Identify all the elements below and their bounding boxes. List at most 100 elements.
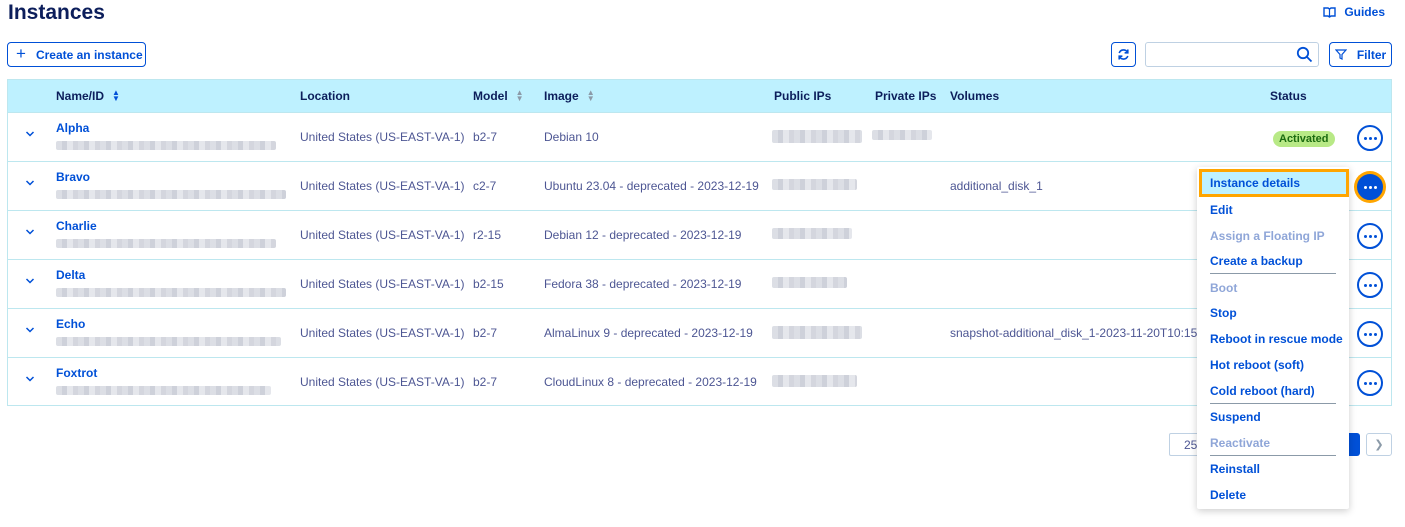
instance-image: Fedora 38 - deprecated - 2023-12-19 <box>544 277 742 291</box>
menu-item-boot: Boot <box>1210 281 1238 295</box>
more-options-button[interactable] <box>1357 125 1383 151</box>
refresh-button[interactable] <box>1111 42 1136 67</box>
instance-name[interactable]: Charlie <box>56 219 97 233</box>
chevron-down-icon[interactable] <box>25 179 35 187</box>
sort-icon[interactable]: ▲ ▼ <box>112 89 120 103</box>
more-options-button[interactable] <box>1357 272 1383 298</box>
instance-model: b2-7 <box>473 130 498 144</box>
menu-item-stop[interactable]: Stop <box>1197 301 1349 327</box>
table-row[interactable]: Delta United States (US-EAST-VA-1) b2-15… <box>8 259 1391 308</box>
status-badge: Activated <box>1273 131 1335 147</box>
instance-action-menu: Instance details Edit Assign a Floating … <box>1197 167 1349 509</box>
instance-image: AlmaLinux 9 - deprecated - 2023-12-19 <box>544 326 753 340</box>
instance-name[interactable]: Delta <box>56 268 85 282</box>
menu-separator <box>1210 403 1336 404</box>
column-header-name[interactable]: Name/ID ▲ ▼ <box>56 89 120 104</box>
instance-location: United States (US-EAST-VA-1) <box>300 130 465 144</box>
plus-icon: + <box>16 44 26 63</box>
instance-name[interactable]: Bravo <box>56 170 90 184</box>
instance-id-redacted <box>56 141 276 150</box>
column-header-image[interactable]: Image ▲ ▼ <box>544 89 595 104</box>
more-options-button[interactable] <box>1357 370 1383 396</box>
chevron-down-icon[interactable] <box>25 130 35 138</box>
chevron-down-icon[interactable] <box>25 375 35 383</box>
menu-item-instance-details[interactable]: Instance details <box>1199 169 1349 197</box>
instance-image: Debian 10 <box>544 130 599 144</box>
menu-item-suspend[interactable]: Suspend <box>1197 405 1349 431</box>
search-icon[interactable] <box>1296 46 1313 63</box>
more-options-icon <box>1363 283 1377 287</box>
instance-image: CloudLinux 8 - deprecated - 2023-12-19 <box>544 375 757 389</box>
page-title: Instances <box>8 1 105 24</box>
chevron-down-icon[interactable] <box>25 277 35 285</box>
instance-location: United States (US-EAST-VA-1) <box>300 375 465 389</box>
more-options-icon <box>1363 136 1377 140</box>
sort-icon[interactable]: ▲ ▼ <box>516 89 524 103</box>
filter-button[interactable]: Filter <box>1329 42 1392 67</box>
menu-item-hot-reboot[interactable]: Hot reboot (soft) <box>1197 353 1349 379</box>
instance-location: United States (US-EAST-VA-1) <box>300 179 465 193</box>
instance-model: r2-15 <box>473 228 502 242</box>
next-page-button[interactable]: ❯ <box>1366 433 1392 456</box>
column-header-private-ips: Private IPs <box>875 89 937 103</box>
chevron-right-icon: ❯ <box>1374 439 1384 451</box>
instance-location: United States (US-EAST-VA-1) <box>300 326 465 340</box>
search-box[interactable] <box>1145 42 1319 67</box>
column-header-status: Status <box>1270 89 1307 103</box>
create-instance-label: Create an instance <box>35 47 143 62</box>
table-header: Name/ID ▲ ▼ Location Model ▲ ▼ Image ▲ ▼ Pu… <box>8 80 1391 112</box>
menu-item-create-backup[interactable]: Create a backup <box>1197 249 1349 275</box>
public-ip-redacted <box>772 179 857 190</box>
chevron-down-icon[interactable] <box>25 228 35 236</box>
filter-label: Filter <box>1356 47 1387 62</box>
instance-id-redacted <box>56 337 281 346</box>
filter-icon <box>1334 49 1347 60</box>
table-row[interactable]: Charlie United States (US-EAST-VA-1) r2-… <box>8 210 1391 259</box>
menu-item-reboot-rescue[interactable]: Reboot in rescue mode <box>1197 327 1349 353</box>
menu-item-delete[interactable]: Delete <box>1197 483 1349 509</box>
instances-table: Name/ID ▲ ▼ Location Model ▲ ▼ Image ▲ ▼ Pu… <box>7 79 1392 406</box>
menu-item-cold-reboot[interactable]: Cold reboot (hard) <box>1197 379 1349 405</box>
book-icon <box>1323 6 1337 18</box>
guides-link[interactable]: Guides <box>1323 5 1385 19</box>
instance-model: b2-7 <box>473 375 498 389</box>
menu-item-assign-floating-ip: Assign a Floating IP <box>1210 229 1325 243</box>
instance-id-redacted <box>56 190 286 199</box>
menu-item-edit[interactable]: Edit <box>1197 198 1349 224</box>
instance-name[interactable]: Alpha <box>56 121 89 135</box>
instance-location: United States (US-EAST-VA-1) <box>300 277 465 291</box>
public-ip-redacted <box>772 228 852 239</box>
instance-id-redacted <box>56 288 286 297</box>
more-options-icon <box>1363 185 1377 189</box>
column-header-volumes: Volumes <box>950 89 1000 103</box>
column-header-public-ips: Public IPs <box>774 89 832 103</box>
instance-volumes: snapshot-additional_disk_1-2023-11-20T10… <box>950 326 1198 340</box>
menu-separator <box>1210 455 1336 456</box>
more-options-button[interactable] <box>1357 321 1383 347</box>
instance-name[interactable]: Foxtrot <box>56 366 97 380</box>
table-row[interactable]: Alpha United States (US-EAST-VA-1) b2-7 … <box>8 112 1391 161</box>
instance-name[interactable]: Echo <box>56 317 85 331</box>
instance-model: b2-7 <box>473 326 498 340</box>
search-input[interactable] <box>1152 43 1292 65</box>
sort-icon[interactable]: ▲ ▼ <box>587 89 595 103</box>
instance-image: Debian 12 - deprecated - 2023-12-19 <box>544 228 742 242</box>
guides-label: Guides <box>1344 5 1385 19</box>
create-instance-button[interactable]: + Create an instance <box>7 42 146 67</box>
public-ip-redacted <box>772 130 862 143</box>
menu-item-reactivate: Reactivate <box>1210 436 1271 450</box>
table-row[interactable]: Bravo United States (US-EAST-VA-1) c2-7 … <box>8 161 1391 210</box>
chevron-down-icon[interactable] <box>25 326 35 334</box>
more-options-button[interactable] <box>1357 223 1383 249</box>
public-ip-redacted <box>772 277 847 288</box>
instance-id-redacted <box>56 239 276 248</box>
column-header-model[interactable]: Model ▲ ▼ <box>473 89 524 104</box>
menu-item-reinstall[interactable]: Reinstall <box>1197 457 1349 483</box>
instance-location: United States (US-EAST-VA-1) <box>300 228 465 242</box>
more-options-button[interactable] <box>1357 174 1383 200</box>
column-header-location: Location <box>300 89 350 103</box>
more-options-icon <box>1363 381 1377 385</box>
table-row[interactable]: Echo United States (US-EAST-VA-1) b2-7 A… <box>8 308 1391 357</box>
page-size-value: 25 <box>1184 438 1198 452</box>
table-row[interactable]: Foxtrot United States (US-EAST-VA-1) b2-… <box>8 357 1391 406</box>
